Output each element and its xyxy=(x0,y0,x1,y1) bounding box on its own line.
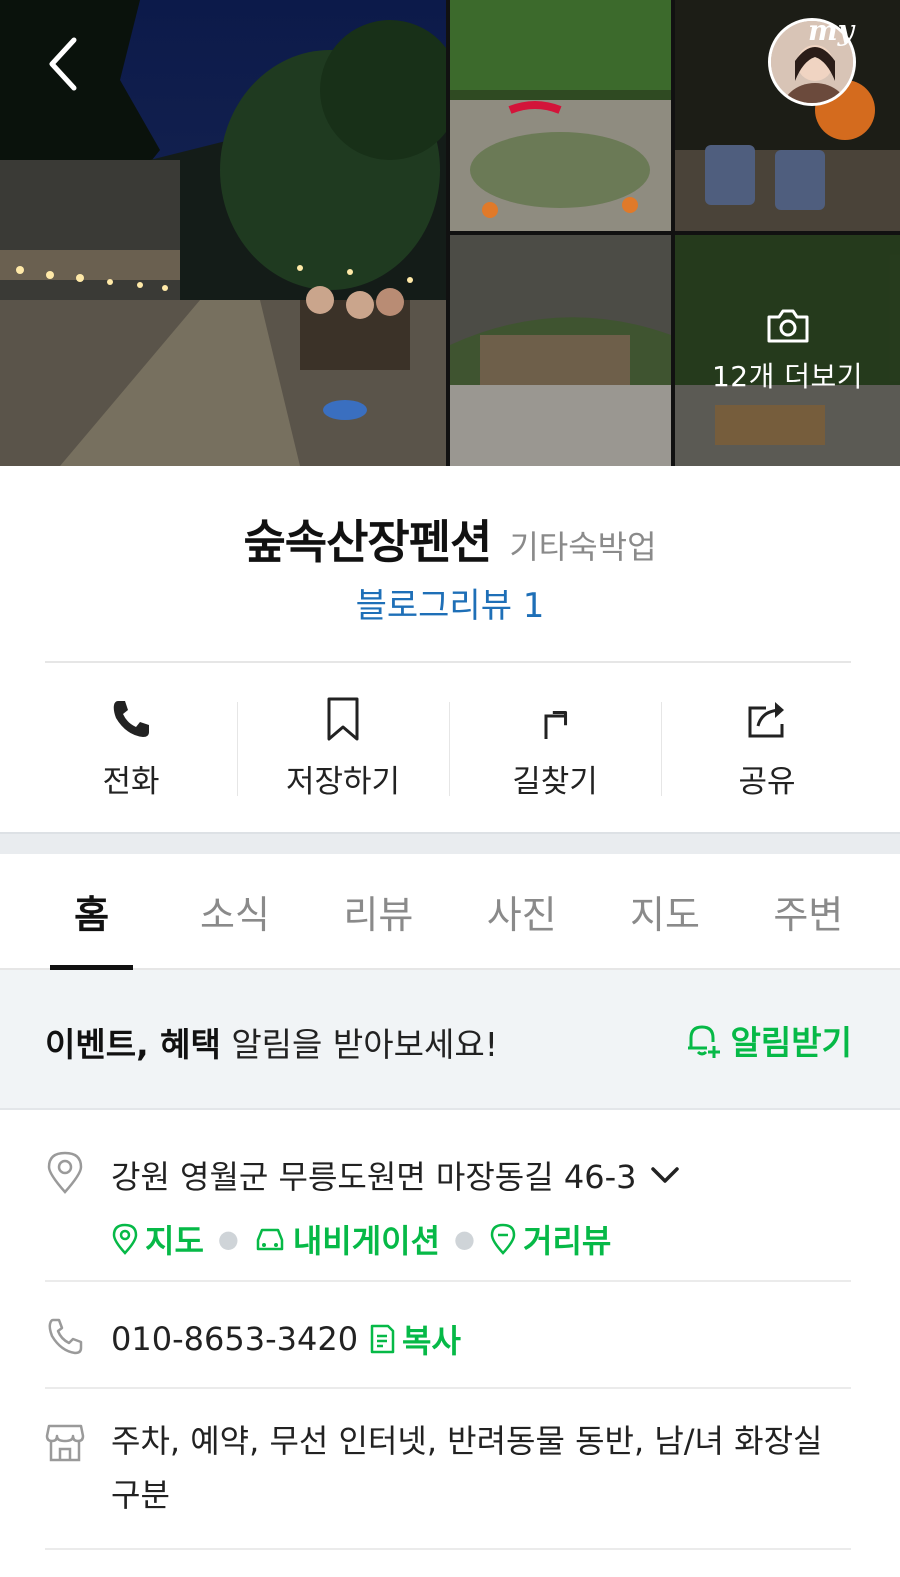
map-pin-icon xyxy=(112,1223,138,1255)
more-photos-button[interactable]: 12개 더보기 xyxy=(675,235,900,466)
my-badge: my xyxy=(808,14,854,47)
tab-photos[interactable]: 사진 xyxy=(450,854,593,968)
share-label: 공유 xyxy=(738,763,796,800)
action-bar: 전화 저장하기 길찾기 공유 xyxy=(25,670,873,820)
map-link[interactable]: 지도 xyxy=(111,1216,204,1262)
camera-icon xyxy=(767,309,808,342)
photo-tent[interactable] xyxy=(450,235,671,466)
bell-plus-icon xyxy=(687,1025,720,1058)
banner-bold-text: 이벤트, 혜택 xyxy=(45,1025,221,1064)
phone-row: 010-8653-3420 복사 xyxy=(45,1312,851,1362)
streetview-icon xyxy=(490,1223,516,1255)
save-label: 저장하기 xyxy=(285,763,401,800)
tab-nearby[interactable]: 주변 xyxy=(737,854,880,968)
more-photos-label: 12개 더보기 xyxy=(711,359,864,393)
section-separator xyxy=(0,832,900,854)
place-header: 숲속산장펜션 기타숙박업 블로그리뷰 1 xyxy=(0,466,900,662)
map-link-label: 지도 xyxy=(145,1222,204,1260)
tab-home[interactable]: 홈 xyxy=(20,854,163,970)
bookmark-icon xyxy=(327,697,359,740)
separator-dot: ● xyxy=(217,1225,239,1253)
subscribe-alert-label: 알림받기 xyxy=(730,1023,852,1062)
address-row: 강원 영월군 무릉도원면 마장동길 46-3 지도 ● 내비게이션 ● 거리뷰 xyxy=(45,1148,851,1260)
phone-number[interactable]: 010-8653-3420 xyxy=(111,1320,358,1358)
share-button[interactable]: 공유 xyxy=(661,670,873,820)
divider xyxy=(45,1280,851,1282)
copy-icon xyxy=(370,1324,395,1354)
tab-reviews[interactable]: 리뷰 xyxy=(307,854,450,968)
copy-label: 복사 xyxy=(402,1322,461,1360)
photo-gallery: 12개 더보기 my xyxy=(0,0,900,466)
share-icon xyxy=(748,701,784,737)
place-name: 숲속산장펜션 xyxy=(243,515,492,569)
chevron-left-icon xyxy=(49,37,77,91)
subscribe-alert-button[interactable]: 알림받기 xyxy=(683,1016,852,1064)
directions-label: 길찾기 xyxy=(512,763,598,800)
tab-map[interactable]: 지도 xyxy=(593,854,736,968)
divider xyxy=(45,1548,851,1550)
amenities-row: 주차, 예약, 무선 인터넷, 반려동물 동반, 남/녀 화장실 구분 xyxy=(45,1414,851,1524)
back-button[interactable] xyxy=(34,30,90,98)
divider xyxy=(45,1387,851,1389)
navigation-link-label: 내비게이션 xyxy=(292,1222,441,1260)
streetview-link-label: 거리뷰 xyxy=(523,1222,612,1260)
streetview-link[interactable]: 거리뷰 xyxy=(489,1216,611,1262)
tab-bar: 홈 소식 리뷰 사진 지도 주변 xyxy=(0,854,900,970)
location-pin-icon xyxy=(47,1151,83,1194)
call-button[interactable]: 전화 xyxy=(25,670,237,820)
save-button[interactable]: 저장하기 xyxy=(237,670,449,820)
copy-phone-button[interactable]: 복사 xyxy=(368,1316,461,1362)
phone-outline-icon xyxy=(48,1318,83,1355)
photo-garden[interactable] xyxy=(450,0,671,231)
banner-rest-text: 알림을 받아보세요! xyxy=(220,1025,498,1064)
separator-dot: ● xyxy=(454,1225,475,1253)
call-label: 전화 xyxy=(102,763,160,800)
chevron-down-icon[interactable] xyxy=(648,1163,682,1187)
directions-button[interactable]: 길찾기 xyxy=(449,670,661,820)
blog-review-link[interactable]: 블로그리뷰 1 xyxy=(0,578,900,627)
banner-text: 이벤트, 혜택 알림을 받아보세요! xyxy=(45,1018,498,1066)
amenities-text: 주차, 예약, 무선 인터넷, 반려동물 동반, 남/녀 화장실 구분 xyxy=(111,1422,823,1514)
phone-icon xyxy=(113,700,149,737)
divider xyxy=(45,661,851,663)
notification-banner: 이벤트, 혜택 알림을 받아보세요! 알림받기 xyxy=(0,970,900,1110)
navigation-link[interactable]: 내비게이션 xyxy=(253,1216,440,1262)
directions-icon xyxy=(544,710,568,739)
store-icon xyxy=(45,1424,85,1462)
address-text: 강원 영월군 무릉도원면 마장동길 46-3 xyxy=(111,1158,637,1196)
place-category: 기타숙박업 xyxy=(509,528,657,566)
car-icon xyxy=(256,1228,284,1251)
tab-news[interactable]: 소식 xyxy=(163,854,306,968)
